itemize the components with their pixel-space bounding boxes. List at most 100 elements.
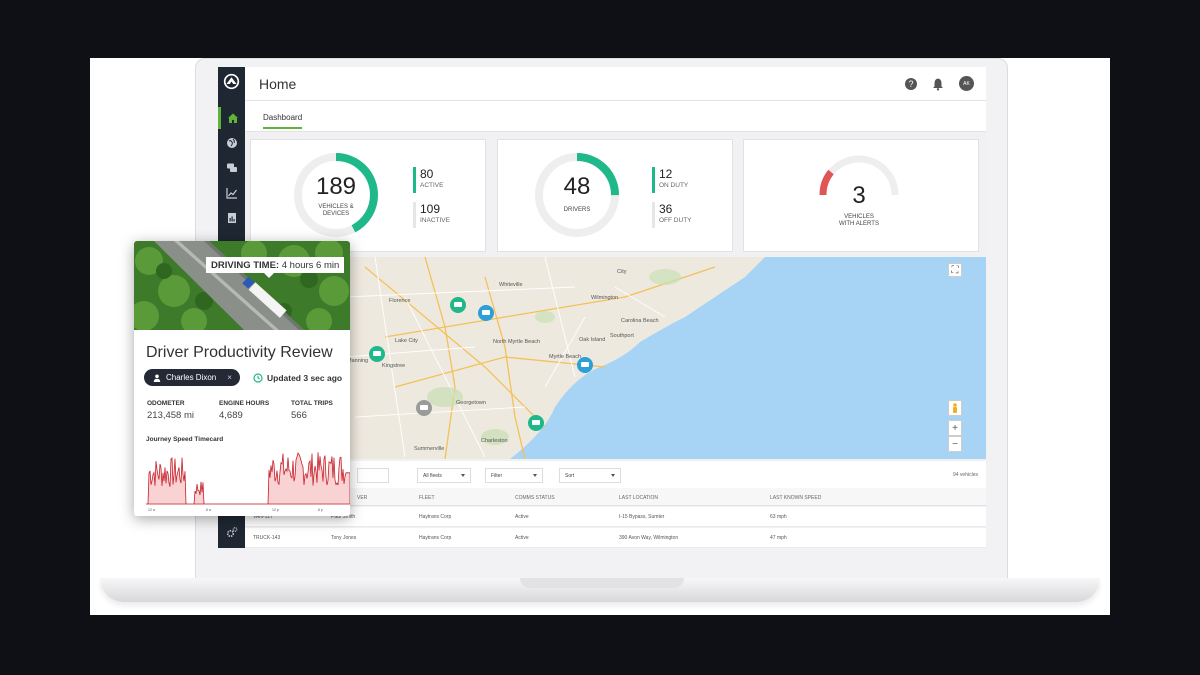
- chip-close-icon[interactable]: ×: [227, 373, 232, 382]
- table-row[interactable]: VAN-127 Paul Smith Haytrans Corp Active …: [245, 507, 986, 527]
- card-title: Driver Productivity Review: [146, 344, 333, 361]
- fullscreen-button[interactable]: ⛶: [948, 263, 962, 277]
- tooltip-value: 4 hours 6 min: [281, 260, 340, 271]
- vehicle-marker[interactable]: [416, 400, 432, 416]
- top-bar: Home ? AK: [245, 67, 986, 101]
- alerts-card[interactable]: 3 VEHICLES WITH ALERTS: [743, 139, 979, 252]
- on-duty-label: ON DUTY: [659, 182, 689, 189]
- metric-label: ENGINE HOURS: [219, 400, 270, 407]
- alerts-total: 3: [852, 182, 866, 209]
- column-header-last-location[interactable]: LAST LOCATION: [619, 495, 658, 501]
- column-header-last-speed[interactable]: LAST KNOWN SPEED: [770, 495, 821, 501]
- vehicle-marker[interactable]: [369, 346, 385, 362]
- metric-label: ODOMETER: [147, 400, 185, 407]
- chevron-down-icon: [461, 474, 465, 477]
- driver-productivity-card[interactable]: DRIVING TIME: 4 hours 6 min Driver Produ…: [134, 241, 350, 516]
- location-cell: 390 Avon Way, Wilmington: [619, 535, 679, 541]
- timecard-title: Journey Speed Timecard: [146, 436, 224, 443]
- column-header-fleet[interactable]: FLEET: [419, 495, 435, 501]
- metric-value: 4,689: [219, 410, 243, 421]
- total-trips-metric: TOTAL TRIPS 566: [291, 400, 333, 421]
- vehicles-total: 189: [315, 173, 357, 200]
- last-updated: Updated 3 sec ago: [253, 373, 342, 383]
- drivers-label: DRIVERS: [563, 207, 591, 213]
- engine-hours-metric: ENGINE HOURS 4,689: [219, 400, 269, 421]
- timecard-tick-label: 6 p: [318, 508, 323, 512]
- help-icon[interactable]: ?: [904, 77, 918, 91]
- sidebar-item-messages[interactable]: [218, 157, 245, 179]
- globe-icon: [226, 138, 237, 148]
- driver-chip-label: Charles Dixon: [166, 373, 217, 382]
- tab-dashboard[interactable]: Dashboard: [263, 113, 303, 129]
- metric-value: 566: [291, 410, 307, 421]
- location-cell: I-15 Bypass, Sumter: [619, 514, 665, 520]
- inactive-count: 109: [420, 202, 441, 216]
- inactive-label: INACTIVE: [420, 217, 450, 224]
- search-input[interactable]: [357, 468, 389, 483]
- table-row[interactable]: TRUCK-143 Tony Jones Haytrans Corp Activ…: [245, 528, 986, 548]
- drivers-card[interactable]: 48 DRIVERS 12 ON DUTY 36 OFF DUTY: [497, 139, 733, 252]
- sidebar-item-reports[interactable]: [218, 207, 245, 229]
- fleet-dropdown[interactable]: All fleets: [417, 468, 471, 483]
- zoom-in-button[interactable]: +: [948, 420, 962, 436]
- sidebar-item-analytics[interactable]: [218, 182, 245, 204]
- tooltip-label: DRIVING TIME:: [211, 260, 280, 271]
- sidebar-item-map[interactable]: [218, 132, 245, 154]
- vehicle-marker[interactable]: [577, 357, 593, 373]
- speed-timecard-chart: 12 a 6 a 12 p 6 p: [146, 452, 350, 512]
- odometer-metric: ODOMETER 213,458 mi: [147, 400, 194, 421]
- fleet-cell: Haytrans Corp: [419, 535, 452, 541]
- vehicle-marker[interactable]: [528, 415, 544, 431]
- vehicles-label-line1: VEHICLES &: [318, 204, 354, 210]
- speed-series: [146, 452, 350, 505]
- table-toolbar: All fleets Filter Sort 94 vehicles: [245, 461, 986, 488]
- driver-filter-chip[interactable]: Charles Dixon ×: [144, 369, 240, 386]
- pegman-icon: [953, 402, 957, 413]
- chevron-down-icon: [533, 474, 537, 477]
- speed-cell: 63 mph: [770, 514, 787, 520]
- person-icon: [153, 374, 161, 382]
- timecard-tick-label: 12 a: [148, 508, 155, 512]
- vehicles-label: VEHICLES & DEVICES: [303, 204, 369, 218]
- inactive-indicator: [413, 202, 416, 228]
- sidebar-item-home[interactable]: [218, 107, 245, 129]
- active-label: ACTIVE: [420, 182, 444, 189]
- svg-text:?: ?: [908, 79, 913, 89]
- alerts-label: VEHICLES WITH ALERTS: [826, 214, 892, 228]
- app-logo-icon[interactable]: [223, 73, 240, 90]
- sort-dropdown[interactable]: Sort: [559, 468, 621, 483]
- off-duty-indicator: [652, 202, 655, 228]
- vehicles-card[interactable]: 189 VEHICLES & DEVICES 80 ACTIVE 109 INA…: [250, 139, 486, 252]
- active-count: 80: [420, 167, 434, 181]
- off-duty-label: OFF DUTY: [659, 217, 692, 224]
- street-view-button[interactable]: [948, 400, 962, 416]
- chevron-down-icon: [611, 474, 615, 477]
- page-title: Home: [259, 76, 297, 92]
- filter-dropdown[interactable]: Filter: [485, 468, 543, 483]
- on-duty-count: 12: [659, 167, 673, 181]
- bell-icon[interactable]: [931, 77, 945, 91]
- column-header-driver[interactable]: VER: [357, 495, 367, 501]
- status-cell: Active: [515, 535, 529, 541]
- updated-text: Updated 3 sec ago: [267, 373, 343, 383]
- vehicle-marker[interactable]: [450, 297, 466, 313]
- line-chart-icon: [225, 188, 237, 199]
- vehicle-count: 94 vehicles: [952, 472, 978, 478]
- user-avatar[interactable]: AK: [959, 76, 974, 91]
- drivers-total: 48: [563, 173, 591, 200]
- vehicles-label-line2: DEVICES: [322, 211, 350, 217]
- column-header-comms-status[interactable]: COMMS STATUS: [515, 495, 555, 501]
- table-header: VER FLEET COMMS STATUS LAST LOCATION LAS…: [245, 488, 986, 506]
- vehicle-markers: [369, 297, 593, 431]
- fleet-cell: Haytrans Corp: [419, 514, 452, 520]
- chat-icon: [226, 163, 237, 172]
- timecard-axis: 12 a 6 a 12 p 6 p: [148, 508, 323, 512]
- fleet-map[interactable]: CityCamdenFlorenceWhitevilleWilmingtonCo…: [245, 257, 986, 459]
- vehicle-marker[interactable]: [478, 305, 494, 321]
- status-cell: Active: [515, 514, 529, 520]
- driving-time-tooltip: DRIVING TIME: 4 hours 6 min: [206, 257, 345, 278]
- sidebar-item-settings[interactable]: [218, 521, 245, 543]
- zoom-out-button[interactable]: −: [948, 436, 962, 452]
- metric-label: TOTAL TRIPS: [291, 400, 333, 407]
- active-indicator: [413, 167, 416, 193]
